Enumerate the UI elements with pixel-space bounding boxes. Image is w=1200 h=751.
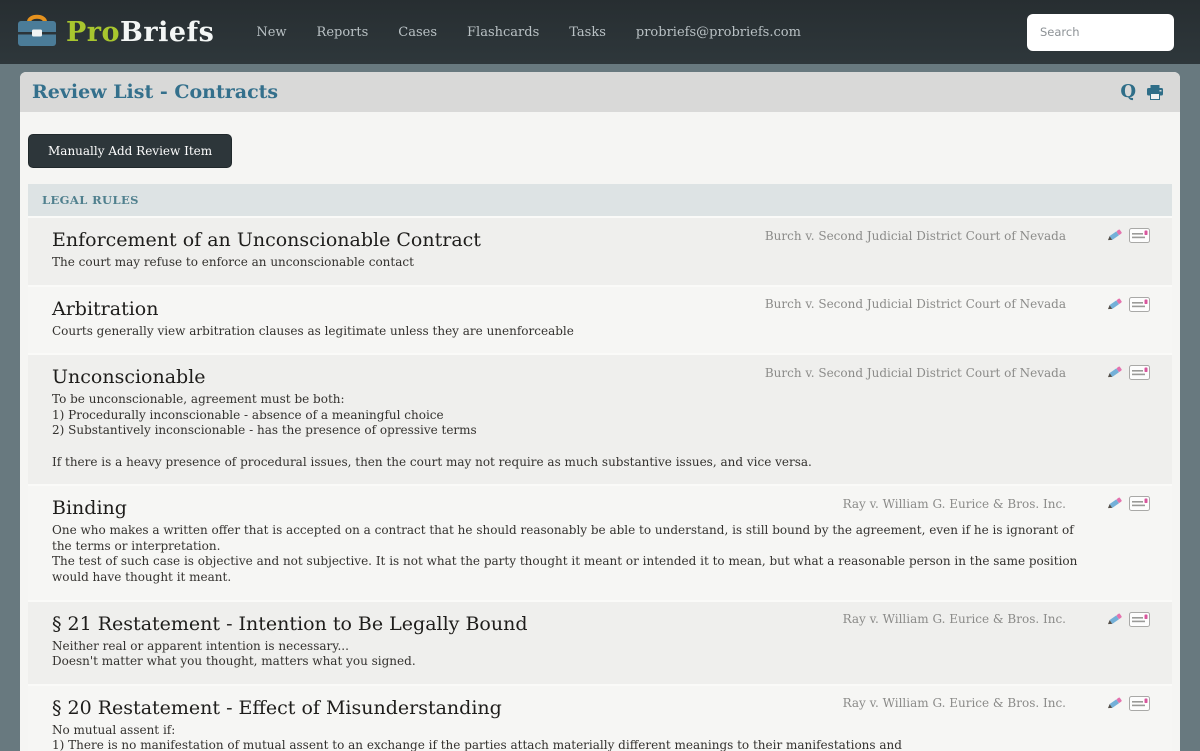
rule-case-citation: Ray v. William G. Eurice & Bros. Inc. xyxy=(843,612,1066,626)
flashcard-icon[interactable] xyxy=(1129,696,1150,711)
rule-row: Binding One who makes a written offer th… xyxy=(28,484,1172,599)
top-navbar: ProBriefs New Reports Cases Flashcards T… xyxy=(0,0,1200,64)
edit-pencil-icon[interactable] xyxy=(1106,695,1123,712)
edit-pencil-icon[interactable] xyxy=(1106,227,1123,244)
review-list-panel: Review List - Contracts Q Manually Add R… xyxy=(20,72,1180,751)
rule-row: § 20 Restatement - Effect of Misundersta… xyxy=(28,684,1172,751)
rule-side: Ray v. William G. Eurice & Bros. Inc. xyxy=(843,611,1150,628)
briefcase-icon xyxy=(16,13,58,51)
brand-name: ProBriefs xyxy=(66,17,214,48)
rule-side: Ray v. William G. Eurice & Bros. Inc. xyxy=(843,495,1150,512)
rule-description: One who makes a written offer that is ac… xyxy=(52,523,1082,585)
rule-side: Burch v. Second Judicial District Court … xyxy=(765,364,1150,381)
rule-side: Burch v. Second Judicial District Court … xyxy=(765,296,1150,313)
edit-pencil-icon[interactable] xyxy=(1106,296,1123,313)
nav-item-flashcards[interactable]: Flashcards xyxy=(467,25,539,40)
rule-case-citation: Burch v. Second Judicial District Court … xyxy=(765,366,1066,380)
rule-side: Ray v. William G. Eurice & Bros. Inc. xyxy=(843,695,1150,712)
flashcard-icon[interactable] xyxy=(1129,297,1150,312)
panel-header: Review List - Contracts Q xyxy=(20,72,1180,112)
rule-case-citation: Ray v. William G. Eurice & Bros. Inc. xyxy=(843,696,1066,710)
search-input[interactable] xyxy=(1027,14,1174,51)
edit-pencil-icon[interactable] xyxy=(1106,495,1123,512)
rule-row: Unconscionable To be unconscionable, agr… xyxy=(28,353,1172,484)
flashcard-icon[interactable] xyxy=(1129,612,1150,627)
account-email[interactable]: probriefs@probriefs.com xyxy=(636,25,801,40)
flashcard-icon[interactable] xyxy=(1129,496,1150,511)
nav-item-reports[interactable]: Reports xyxy=(317,25,369,40)
manually-add-review-item-button[interactable]: Manually Add Review Item xyxy=(28,134,232,168)
rule-description: Courts generally view arbitration clause… xyxy=(52,324,1082,340)
flashcard-icon[interactable] xyxy=(1129,228,1150,243)
flashcard-icon[interactable] xyxy=(1129,365,1150,380)
panel-body: Manually Add Review Item LEGAL RULES Enf… xyxy=(20,112,1180,751)
rule-case-citation: Burch v. Second Judicial District Court … xyxy=(765,297,1066,311)
page-title: Review List - Contracts xyxy=(32,81,278,103)
rule-description: No mutual assent if: 1) There is no mani… xyxy=(52,723,1082,751)
nav-item-new[interactable]: New xyxy=(256,25,286,40)
rule-case-citation: Ray v. William G. Eurice & Bros. Inc. xyxy=(843,497,1066,511)
rule-row: § 21 Restatement - Intention to Be Legal… xyxy=(28,600,1172,684)
panel-header-actions: Q xyxy=(1120,83,1164,101)
rule-case-citation: Burch v. Second Judicial District Court … xyxy=(765,229,1066,243)
rule-row: Arbitration Courts generally view arbitr… xyxy=(28,285,1172,354)
rule-side: Burch v. Second Judicial District Court … xyxy=(765,227,1150,244)
rule-description: The court may refuse to enforce an uncon… xyxy=(52,255,1082,271)
rule-row: Enforcement of an Unconscionable Contrac… xyxy=(28,216,1172,285)
legal-rules-list: Enforcement of an Unconscionable Contrac… xyxy=(28,216,1172,751)
nav-item-cases[interactable]: Cases xyxy=(398,25,437,40)
brand-logo[interactable]: ProBriefs xyxy=(16,13,214,51)
edit-pencil-icon[interactable] xyxy=(1106,611,1123,628)
edit-pencil-icon[interactable] xyxy=(1106,364,1123,381)
legal-rules-section-header: LEGAL RULES xyxy=(28,184,1172,216)
print-icon[interactable] xyxy=(1146,85,1164,100)
search-container xyxy=(1027,14,1174,51)
nav-item-tasks[interactable]: Tasks xyxy=(569,25,606,40)
quiz-icon[interactable]: Q xyxy=(1120,83,1136,101)
rule-description: Neither real or apparent intention is ne… xyxy=(52,639,1082,670)
main-nav: New Reports Cases Flashcards Tasks xyxy=(256,25,606,40)
rule-description: To be unconscionable, agreement must be … xyxy=(52,392,1082,470)
